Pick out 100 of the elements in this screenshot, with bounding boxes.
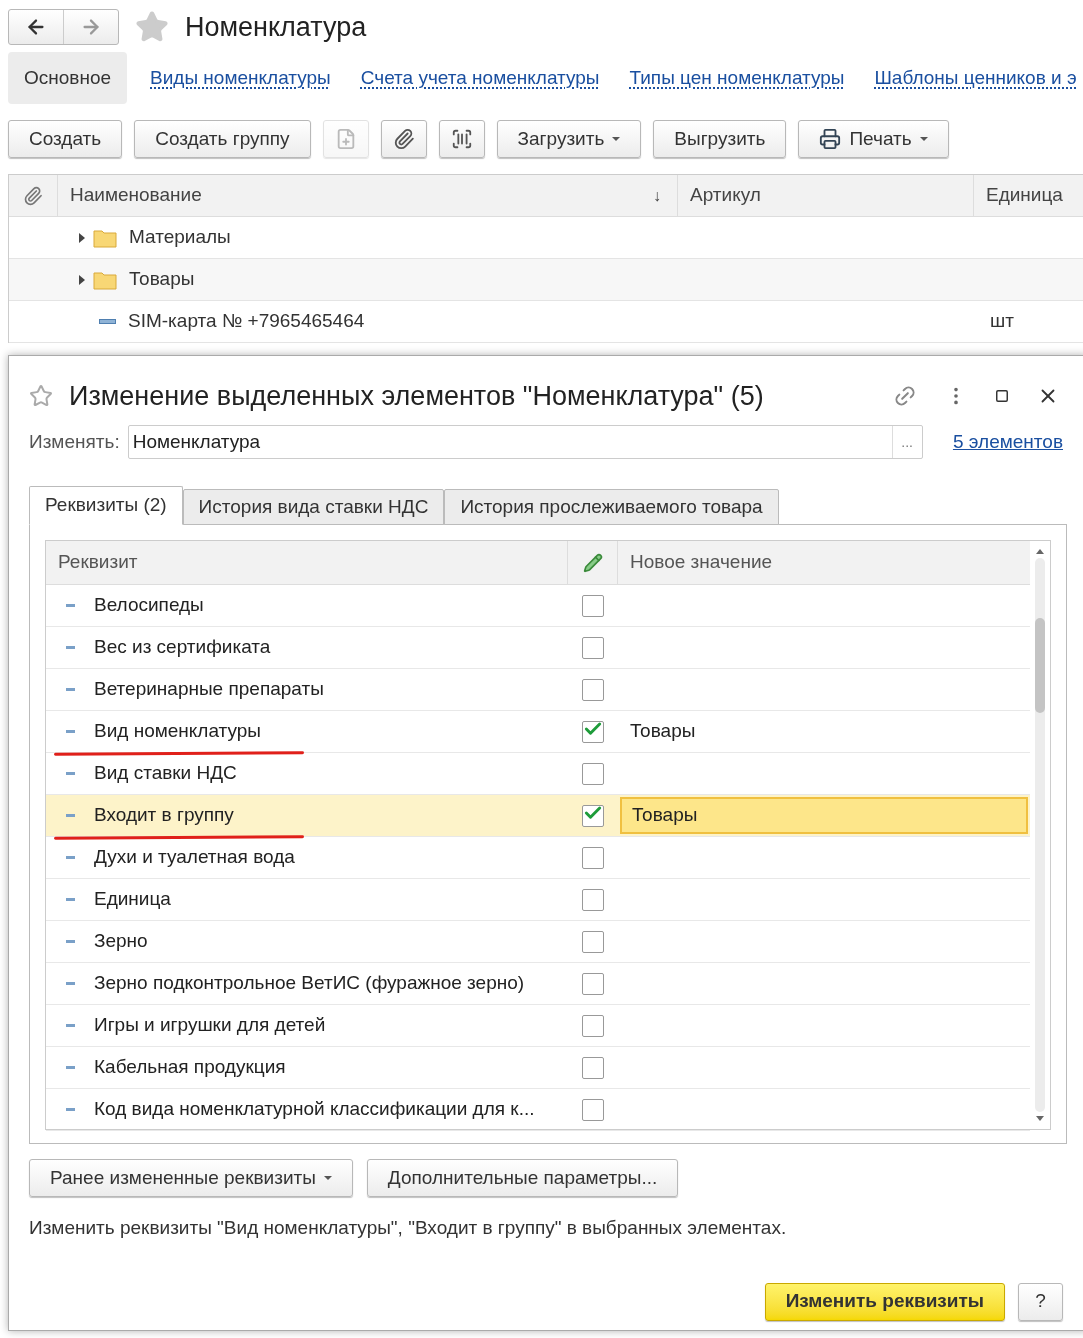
barcode-icon [450, 128, 473, 150]
pencil-icon [582, 552, 603, 573]
column-header[interactable]: Новое значение [618, 541, 773, 584]
table-cell-text: Кабельная продукция [94, 1055, 286, 1080]
nav-tab[interactable]: Виды номенклатуры [135, 52, 346, 104]
table-row[interactable]: Кабельная продукция [46, 1047, 1030, 1089]
choose-button[interactable]: ... [891, 426, 922, 458]
table-row[interactable]: Вид номенклатуры Товары [46, 711, 1030, 753]
checkbox[interactable] [582, 1014, 604, 1037]
dialog-tab[interactable]: История вида ставки НДС [182, 489, 445, 525]
dash-icon [66, 814, 75, 817]
dialog-title: Изменение выделенных элементов "Номенклатура" (5) [69, 379, 764, 413]
table-row[interactable]: Код вида номенклатурной классификации для к... [46, 1089, 1030, 1131]
table-cell-text: Вид номенклатуры [94, 719, 262, 744]
toolbar-button[interactable]: Выгрузить [653, 120, 787, 158]
expand-triangle-icon[interactable] [79, 274, 85, 285]
dialog-tab[interactable]: Реквизиты (2) [29, 486, 183, 525]
caret-icon [323, 1176, 332, 1180]
count-link[interactable]: 5 элементов [952, 427, 1067, 457]
table-cell[interactable]: Товары [620, 797, 1028, 834]
caret-icon [919, 137, 928, 141]
toolbar-icon-button[interactable] [438, 120, 485, 158]
dash-icon [66, 898, 75, 901]
table-cell-text: Вид ставки НДС [94, 761, 237, 786]
dash-icon [66, 772, 75, 775]
table-row[interactable]: Ветеринарные препараты [46, 669, 1030, 711]
nav-tab[interactable]: Основное [8, 52, 128, 104]
table-row[interactable]: Игры и игрушки для детей [46, 1005, 1030, 1047]
toolbar-button[interactable]: Печать [798, 120, 949, 158]
dialog-button[interactable]: Ранее измененные реквизиты [29, 1159, 353, 1197]
dash-icon [66, 856, 75, 859]
checkbox[interactable] [582, 972, 604, 995]
table-cell-text: Вес из сертификата [94, 635, 271, 660]
checkbox[interactable] [582, 762, 604, 785]
table-row[interactable]: Вес из сертификата [46, 627, 1030, 669]
column-header[interactable]: Артикул [678, 175, 974, 216]
nav-tab[interactable]: Счета учета номенклатуры [345, 52, 615, 104]
scrollbar-thumb[interactable] [1035, 618, 1045, 713]
nav-tab[interactable]: Типы цен номенклатуры [614, 52, 860, 104]
item-dash-icon [99, 319, 116, 324]
info-text: Изменить реквизиты "Вид номенклатуры", "Входит в группу" в выбранных элементах. [29, 1216, 788, 1240]
table-row[interactable]: Духи и туалетная вода [46, 837, 1030, 879]
column-header[interactable]: Реквизит [46, 541, 568, 584]
caret-icon [612, 137, 621, 141]
table-cell-text: Игры и игрушки для детей [94, 1013, 326, 1038]
dialog-tab[interactable]: История прослеживаемого товара [444, 489, 779, 525]
help-button[interactable]: ? [1018, 1282, 1063, 1321]
nav-tab[interactable]: Шаблоны ценников и э [859, 52, 1083, 104]
table-cell-text: Зерно [94, 929, 148, 954]
checkbox[interactable] [582, 678, 604, 701]
dash-icon [66, 646, 75, 649]
list-cell-text: Товары [129, 267, 195, 292]
table-row[interactable]: Входит в группу Товары [46, 795, 1030, 837]
checkbox[interactable] [582, 636, 604, 659]
checkbox[interactable] [582, 720, 604, 743]
dash-icon [66, 1066, 75, 1069]
star-icon[interactable] [135, 10, 169, 44]
table-cell-text: Входит в группу [94, 803, 234, 828]
table-cell-text: Духи и туалетная вода [94, 845, 295, 870]
folder-icon [93, 269, 117, 290]
column-header[interactable]: Единица [974, 175, 1063, 216]
checkbox[interactable] [582, 594, 604, 617]
dash-icon [66, 604, 75, 607]
table-cell-text: Зерно подконтрольное ВетИС (фуражное зерно) [94, 971, 525, 996]
table-row[interactable]: Зерно подконтрольное ВетИС (фуражное зерно) [46, 963, 1030, 1005]
table-cell-text: Ветеринарные препараты [94, 677, 324, 702]
table-cell-text: Велосипеды [94, 593, 204, 618]
table-cell-text: Единица [94, 887, 171, 912]
list-cell-text: SIM-карта № +7965465464 [128, 309, 365, 334]
checkbox[interactable] [582, 804, 604, 827]
toolbar-button[interactable]: Создать группу [134, 120, 311, 158]
dash-icon [66, 730, 75, 733]
dash-icon [66, 1108, 75, 1111]
checkbox[interactable] [582, 888, 604, 911]
table-cell-text: Товары [629, 719, 697, 744]
dialog-button[interactable]: Дополнительные параметры... [366, 1159, 679, 1197]
expand-triangle-icon[interactable] [79, 232, 85, 243]
scroll-down-icon[interactable] [1036, 1116, 1044, 1121]
checkbox[interactable] [582, 930, 604, 953]
checkbox[interactable] [582, 1098, 604, 1121]
table-row[interactable]: Зерно [46, 921, 1030, 963]
change-attributes-button[interactable]: Изменить реквизиты [764, 1282, 1005, 1321]
toolbar-icon-button[interactable] [380, 120, 427, 158]
table-row[interactable]: Единица [46, 879, 1030, 921]
table-row[interactable]: Велосипеды [46, 585, 1030, 627]
list-cell-text: Материалы [129, 225, 231, 250]
maximize-icon[interactable] [995, 389, 1009, 403]
checkbox[interactable] [582, 846, 604, 869]
toolbar-button[interactable]: Загрузить [496, 120, 642, 158]
page-title: Номенклатура [185, 10, 367, 44]
scroll-up-icon[interactable] [1036, 549, 1044, 554]
dash-icon [66, 1024, 75, 1027]
checkbox[interactable] [582, 1056, 604, 1079]
star-icon[interactable] [29, 384, 53, 408]
dash-icon [66, 688, 75, 691]
dash-icon [66, 940, 75, 943]
input-field[interactable]: Номенклатура ... [127, 425, 923, 459]
sort-arrow-icon: ↓ [653, 183, 661, 208]
column-header[interactable]: Наименование ↓ [58, 175, 678, 216]
toolbar-button[interactable]: Создать [8, 120, 123, 158]
